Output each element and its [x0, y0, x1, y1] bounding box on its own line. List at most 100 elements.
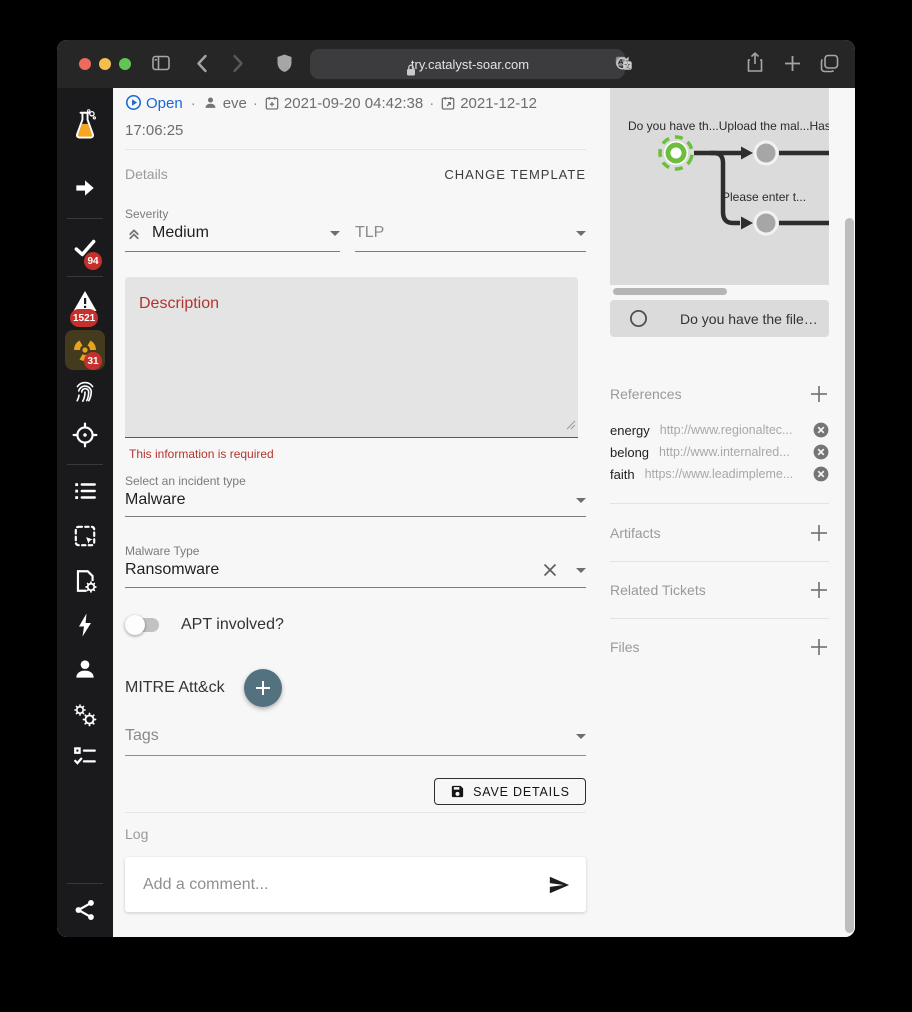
zoom-window-button[interactable]: [119, 58, 131, 70]
chevron-down-icon: [330, 231, 340, 236]
severity-medium-icon: [125, 224, 143, 242]
user-icon[interactable]: [57, 656, 113, 682]
separator: ·: [191, 95, 196, 112]
divider: [610, 561, 829, 562]
reference-url[interactable]: http://www.regionaltec...: [660, 423, 803, 437]
address-bar[interactable]: try.catalyst-soar.com A文: [310, 49, 625, 79]
nav-divider: [67, 276, 103, 277]
graph-node-start[interactable]: [656, 133, 695, 172]
add-related-ticket-icon[interactable]: [809, 580, 829, 600]
severity-label: Severity: [125, 207, 168, 221]
malware-type-select[interactable]: Ransomware: [125, 561, 586, 579]
status-text[interactable]: Open: [146, 95, 183, 112]
mitre-add-button[interactable]: [244, 669, 282, 707]
add-file-icon[interactable]: [809, 637, 829, 657]
send-icon[interactable]: [548, 874, 570, 896]
save-icon: [450, 784, 465, 799]
divider: [125, 149, 586, 150]
graph-canvas: [610, 88, 829, 285]
graph-node[interactable]: [755, 142, 777, 164]
description-error: This information is required: [129, 447, 274, 461]
severity-select[interactable]: Medium: [125, 224, 340, 242]
reference-name: energy: [610, 423, 650, 438]
close-window-button[interactable]: [79, 58, 91, 70]
apt-label: APT involved?: [181, 616, 284, 634]
tags-select[interactable]: Tags: [125, 727, 586, 745]
add-artifact-icon[interactable]: [809, 523, 829, 543]
apt-toggle[interactable]: [125, 615, 161, 635]
created-datetime: 2021-09-20 04:42:38: [284, 95, 423, 112]
chevron-down-icon: [576, 498, 586, 503]
playbook-graph[interactable]: Do you have th...Upload the mal...Has Pl…: [610, 88, 829, 285]
minimize-window-button[interactable]: [99, 58, 111, 70]
field-underline: [125, 251, 340, 252]
resize-grip-icon[interactable]: [566, 417, 576, 435]
save-details-button[interactable]: SAVE DETAILS: [434, 778, 586, 805]
arrow-right-icon[interactable]: [57, 175, 113, 201]
nav-divider: [67, 464, 103, 465]
owner-name: eve: [223, 95, 247, 112]
chevron-down-icon: [576, 734, 586, 739]
tlp-select[interactable]: TLP: [355, 224, 586, 242]
divider: [610, 503, 829, 504]
details-title: Details: [125, 166, 168, 182]
incident-type-label: Select an incident type: [125, 474, 246, 488]
owner-icon: [202, 94, 219, 119]
reference-url[interactable]: https://www.leadimpleme...: [645, 467, 803, 481]
mitre-label: MITRE Att&ck: [125, 679, 225, 697]
crosshair-icon[interactable]: [57, 422, 113, 448]
clear-icon[interactable]: [542, 562, 558, 578]
details-header-row: Details CHANGE TEMPLATE: [125, 166, 586, 182]
reference-name: faith: [610, 467, 635, 482]
task-item[interactable]: Do you have the file…: [610, 300, 829, 337]
share-icon[interactable]: [57, 897, 113, 923]
catalyst-logo-flask-icon[interactable]: [57, 109, 113, 141]
nav-rail: 94 1521 31: [57, 88, 113, 937]
log-title: Log: [125, 826, 148, 842]
due-time: 17:06:25: [125, 122, 183, 139]
app-shell: 94 1521 31: [57, 88, 855, 937]
checklist-icon[interactable]: [57, 743, 113, 769]
malware-type-value: Ransomware: [125, 561, 219, 579]
alerts-badge: 1521: [70, 309, 98, 327]
tasks-badge: 94: [84, 252, 102, 270]
lightning-icon[interactable]: [57, 612, 113, 638]
nav-divider: [67, 218, 103, 219]
incidents-badge: 31: [84, 352, 102, 370]
reference-url[interactable]: http://www.internalred...: [659, 445, 803, 459]
remove-reference-icon[interactable]: [813, 422, 829, 438]
vertical-scrollbar[interactable]: [845, 218, 854, 933]
calendar-due-icon: [440, 95, 456, 119]
tlp-placeholder: TLP: [355, 224, 384, 242]
template-select-icon[interactable]: [57, 523, 113, 549]
browser-window: try.catalyst-soar.com A文: [57, 40, 855, 937]
page-content: Open·eve·2021-09-20 04:42:38·2021-12-12 …: [113, 88, 855, 937]
task-radio-icon[interactable]: [629, 309, 648, 328]
task-label: Do you have the file…: [680, 311, 818, 327]
graph-horizontal-scrollbar[interactable]: [613, 288, 727, 295]
reference-name: belong: [610, 445, 649, 460]
ticket-main-column: Open·eve·2021-09-20 04:42:38·2021-12-12 …: [125, 88, 586, 937]
graph-node[interactable]: [755, 212, 777, 234]
add-reference-icon[interactable]: [809, 384, 829, 404]
comment-card: [125, 857, 586, 912]
fingerprint-icon[interactable]: [57, 379, 113, 405]
divider: [125, 812, 586, 813]
related-tickets-title: Related Tickets: [610, 582, 706, 598]
field-underline: [355, 251, 586, 252]
incident-type-value: Malware: [125, 491, 185, 509]
calendar-plus-icon: [264, 95, 280, 119]
comment-input[interactable]: [141, 875, 548, 895]
remove-reference-icon[interactable]: [813, 466, 829, 482]
document-gear-icon[interactable]: [57, 568, 113, 594]
remove-reference-icon[interactable]: [813, 444, 829, 460]
list-icon[interactable]: [57, 478, 113, 504]
separator: ·: [253, 95, 258, 112]
settings-gears-icon[interactable]: [57, 701, 113, 729]
incident-type-select[interactable]: Malware: [125, 491, 586, 509]
description-textarea[interactable]: Description: [125, 277, 578, 438]
divider: [610, 618, 829, 619]
reference-row: belong http://www.internalred...: [610, 441, 829, 463]
desktop: try.catalyst-soar.com A文: [0, 0, 912, 1012]
change-template-button[interactable]: CHANGE TEMPLATE: [444, 167, 586, 182]
